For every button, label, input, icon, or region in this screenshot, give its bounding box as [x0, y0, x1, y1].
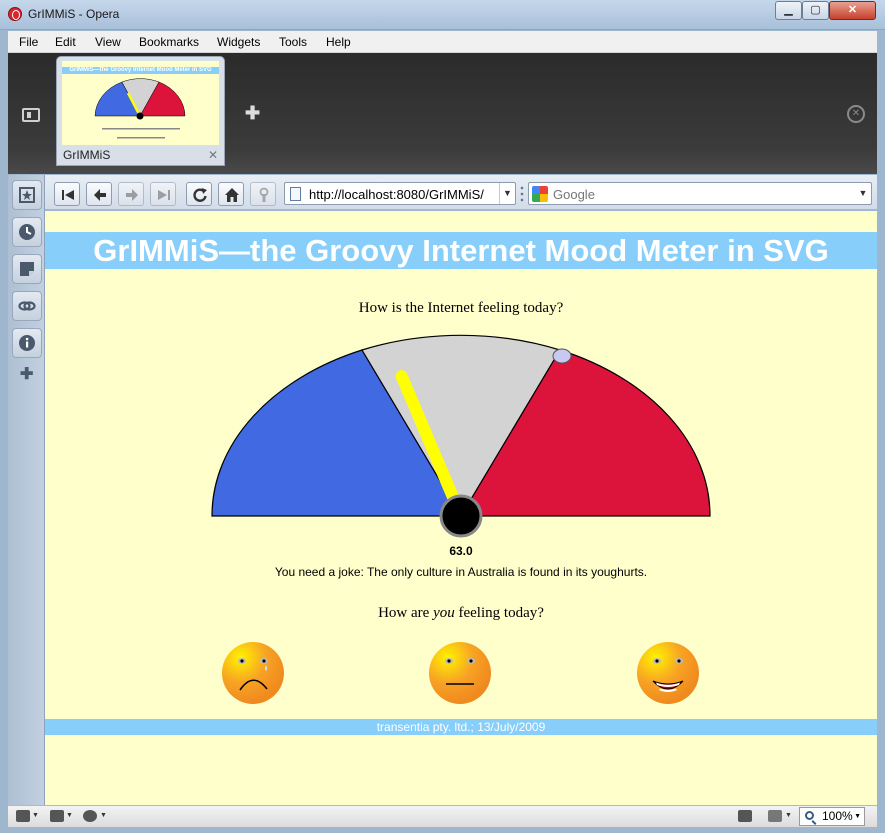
menu-edit[interactable]: Edit [55, 35, 76, 49]
mood-gauge [211, 334, 711, 538]
bookmarks-panel-button[interactable] [12, 180, 42, 210]
opera-logo-icon [8, 7, 22, 21]
tab-close-icon[interactable]: ✕ [208, 148, 218, 162]
unite-icon[interactable] [50, 810, 64, 822]
user-mood-question: How are you feeling today? [378, 605, 544, 621]
menu-file[interactable]: File [19, 35, 38, 49]
internet-mood-question: How is the Internet feeling today? [358, 300, 564, 316]
status-bar: ▼ ▼ ▼ ▼ 100% ▼ [8, 805, 877, 827]
magnifier-icon [805, 811, 814, 820]
tab-bar: GrIMMiS—the Groovy Internet Mood Meter i… [8, 53, 877, 174]
tab-grimmis[interactable]: GrIMMiS—the Groovy Internet Mood Meter i… [56, 56, 225, 166]
menu-bookmarks[interactable]: Bookmarks [139, 35, 199, 49]
fast-forward-icon [158, 190, 170, 200]
reload-button[interactable] [186, 182, 212, 206]
forward-arrow-icon [126, 189, 138, 201]
bookmark-star-icon [19, 187, 35, 203]
minimize-button[interactable]: ▁ [775, 1, 802, 20]
image-icon[interactable] [768, 810, 782, 822]
info-panel-button[interactable] [12, 328, 42, 358]
navigation-toolbar: ▼ ▼ [45, 175, 877, 210]
page-content: GrIMMiS—the Groovy Internet Mood Meter i… [45, 211, 877, 805]
zoom-control[interactable]: 100% ▼ [799, 807, 865, 826]
gauge-hub [439, 494, 483, 538]
zoom-dropdown-icon[interactable]: ▼ [854, 808, 861, 825]
window-titlebar: GrIMMiS - Opera ▁ ▢ ✕ [0, 0, 885, 30]
reload-icon [193, 188, 207, 202]
sync-dropdown-icon[interactable]: ▼ [32, 812, 39, 819]
turbo-icon[interactable] [83, 810, 97, 822]
image-dropdown-icon[interactable]: ▼ [785, 812, 792, 819]
fast-forward-button[interactable] [150, 182, 176, 206]
sad-face-button[interactable] [221, 641, 285, 705]
menu-bar: File Edit View Bookmarks Widgets Tools H… [8, 31, 877, 53]
tab-thumbnail: GrIMMiS—the Groovy Internet Mood Meter i… [62, 61, 219, 145]
address-bar[interactable]: ▼ [284, 182, 516, 205]
window-title: GrIMMiS - Opera [28, 7, 120, 21]
search-bar[interactable]: ▼ [528, 182, 872, 205]
note-icon [20, 262, 34, 276]
menu-help[interactable]: Help [326, 35, 351, 49]
menu-widgets[interactable]: Widgets [217, 35, 260, 49]
view-mode-icon[interactable] [738, 810, 752, 822]
rewind-button[interactable] [54, 182, 80, 206]
page-title: GrIMMiS—the Groovy Internet Mood Meter i… [45, 232, 877, 269]
google-icon[interactable] [532, 186, 548, 202]
back-arrow-icon [94, 189, 106, 201]
home-icon [225, 188, 239, 202]
search-input[interactable] [553, 186, 843, 202]
menu-view[interactable]: View [95, 35, 121, 49]
panel-toggle-icon[interactable] [22, 108, 40, 122]
page-icon [290, 187, 301, 201]
happy-face-button[interactable] [636, 641, 700, 705]
menu-tools[interactable]: Tools [279, 35, 307, 49]
close-window-button[interactable]: ✕ [829, 1, 876, 20]
links-panel-button[interactable] [12, 291, 42, 321]
zoom-level: 100% [822, 809, 853, 823]
turbo-dropdown-icon[interactable]: ▼ [100, 812, 107, 819]
joke-text: You need a joke: The only culture in Aus… [274, 565, 648, 579]
forward-button[interactable] [118, 182, 144, 206]
search-dropdown-icon[interactable]: ▼ [855, 183, 871, 204]
address-input[interactable] [309, 186, 491, 202]
notes-panel-button[interactable] [12, 254, 42, 284]
page-footer: transentia pty. ltd.; 13/July/2009 [45, 719, 877, 735]
thumbnail-gauge-icon [94, 78, 186, 139]
sync-icon[interactable] [16, 810, 30, 822]
panel-sidebar: ✚ [8, 175, 45, 805]
toolbar-splitter[interactable] [520, 185, 524, 203]
back-button[interactable] [86, 182, 112, 206]
gauge-knob-icon[interactable] [552, 348, 572, 364]
clock-icon [19, 224, 35, 240]
rewind-icon [62, 190, 74, 200]
new-tab-plus-icon[interactable]: ✚ [245, 103, 260, 124]
address-dropdown-icon[interactable]: ▼ [499, 183, 515, 204]
unite-dropdown-icon[interactable]: ▼ [66, 812, 73, 819]
maximize-button[interactable]: ▢ [802, 1, 829, 20]
add-panel-plus-icon[interactable]: ✚ [20, 364, 33, 384]
lock-icon [259, 187, 269, 202]
tab-label: GrIMMiS [63, 148, 111, 162]
security-info-button[interactable] [250, 182, 276, 206]
link-icon [18, 301, 36, 311]
info-icon [19, 335, 35, 351]
home-button[interactable] [218, 182, 244, 206]
neutral-face-button[interactable] [428, 641, 492, 705]
history-panel-button[interactable] [12, 217, 42, 247]
mood-reading-value: 63.0 [449, 544, 473, 558]
closed-tabs-icon[interactable]: ✕ [847, 105, 865, 123]
